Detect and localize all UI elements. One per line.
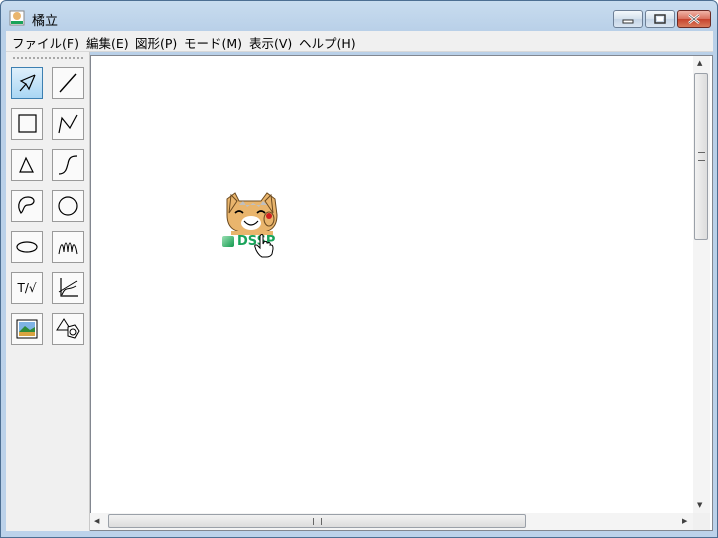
menu-bar: ファイル(F) 編集(E) 図形(P) モード(M) 表示(V) ヘルプ(H) xyxy=(6,31,713,52)
circle-icon xyxy=(58,196,78,216)
curve-tool[interactable] xyxy=(52,149,84,181)
polyline-tool[interactable] xyxy=(52,108,84,140)
minimize-icon xyxy=(622,19,634,24)
drawing-area[interactable] xyxy=(90,55,713,531)
drawing-canvas[interactable] xyxy=(93,58,693,514)
minimize-button[interactable] xyxy=(613,10,643,28)
logo-mark-icon xyxy=(222,236,234,247)
maximize-button[interactable] xyxy=(645,10,675,28)
menu-edit[interactable]: 編集(E) xyxy=(86,33,129,52)
select-tool[interactable] xyxy=(11,67,43,99)
app-window: 橘立 ファイル(F) 編集(E) 図形(P) モード(M) 表示(V) ヘルプ(… xyxy=(0,0,718,538)
ellipse-icon xyxy=(16,241,38,253)
curve-icon xyxy=(58,155,78,175)
circle-tool[interactable] xyxy=(52,190,84,222)
shapes-tool[interactable] xyxy=(52,313,84,345)
scroll-right-icon[interactable]: ▶ xyxy=(682,517,687,525)
arrow-icon xyxy=(19,74,36,92)
horizontal-scroll-thumb[interactable] xyxy=(108,514,526,528)
shapes-icon xyxy=(56,318,80,339)
window-title: 橘立 xyxy=(32,14,59,29)
line-icon xyxy=(59,73,77,93)
tool-palette: T/√ xyxy=(6,52,90,531)
menu-help[interactable]: ヘルプ(H) xyxy=(299,33,356,52)
vertical-scroll-thumb[interactable] xyxy=(694,73,708,240)
image-tool[interactable] xyxy=(11,313,43,345)
ellipse-tool[interactable] xyxy=(11,231,43,263)
app-icon xyxy=(9,10,25,26)
scroll-down-icon[interactable]: ▼ xyxy=(697,501,702,509)
scroll-corner xyxy=(693,513,710,530)
horizontal-scrollbar[interactable]: ◀ ▶ xyxy=(90,513,693,530)
freeform-tool[interactable] xyxy=(11,190,43,222)
rectangle-tool[interactable] xyxy=(11,108,43,140)
text-formula-tool[interactable]: T/√ xyxy=(11,272,43,304)
close-button[interactable] xyxy=(677,10,711,28)
menu-mode[interactable]: モード(M) xyxy=(184,33,242,52)
menu-shape[interactable]: 図形(P) xyxy=(135,33,177,52)
scribble-tool[interactable] xyxy=(52,231,84,263)
line-tool[interactable] xyxy=(52,67,84,99)
palette-grip[interactable] xyxy=(13,57,83,59)
title-bar[interactable]: 橘立 xyxy=(1,1,717,31)
close-icon xyxy=(688,14,700,24)
scribble-icon xyxy=(58,242,78,255)
text-formula-label: T/√ xyxy=(17,281,37,295)
triangle-icon xyxy=(19,156,34,173)
picture-icon xyxy=(16,319,38,339)
menu-file[interactable]: ファイル(F) xyxy=(12,33,79,52)
square-icon xyxy=(18,114,37,133)
menu-view[interactable]: 表示(V) xyxy=(249,33,292,52)
scroll-left-icon[interactable]: ◀ xyxy=(94,517,99,525)
vertical-scrollbar[interactable]: ▲ ▼ xyxy=(693,56,710,515)
graph-tool[interactable] xyxy=(52,272,84,304)
triangle-tool[interactable] xyxy=(11,149,43,181)
blob-icon xyxy=(18,196,35,214)
polyline-icon xyxy=(58,114,78,134)
maximize-icon xyxy=(654,14,666,24)
scroll-up-icon[interactable]: ▲ xyxy=(697,59,702,67)
graph-axes-icon xyxy=(58,278,78,297)
hand-cursor-icon xyxy=(254,234,274,258)
